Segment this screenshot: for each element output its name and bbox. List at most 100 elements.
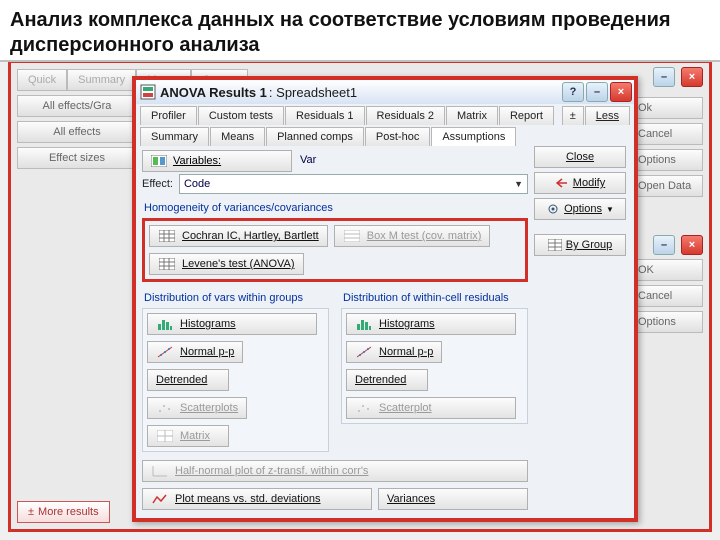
scatter-icon — [156, 401, 174, 415]
box-m-test-button: Box M test (cov. matrix) — [334, 225, 491, 247]
bottom-area: Half-normal plot of z-transf. within cor… — [142, 460, 528, 510]
gear-icon — [546, 203, 560, 215]
tab-residuals-1[interactable]: Residuals 1 — [285, 106, 364, 125]
tabs-row-2: Summary Means Planned comps Post-hoc Ass… — [136, 125, 634, 146]
tab-profiler[interactable]: Profiler — [140, 106, 197, 125]
matrix-label: Matrix — [180, 430, 210, 442]
histogram-icon — [156, 317, 174, 331]
bg-btn-options2[interactable]: Options — [631, 311, 703, 333]
plot-means-vs-std-button[interactable]: Plot means vs. std. deviations — [142, 488, 372, 510]
cochran-label: Cochran IC, Hartley, Bartlett — [182, 230, 319, 242]
section-dist-vars-title: Distribution of vars within groups — [144, 292, 329, 304]
less-button[interactable]: Less — [585, 106, 630, 125]
options-label: Options — [564, 203, 602, 215]
scatterplots-button-left: Scatterplots — [147, 397, 247, 419]
plus-icon: ± — [28, 506, 34, 518]
by-group-button[interactable]: By Group — [534, 234, 626, 256]
minimize-icon[interactable]: – — [586, 82, 608, 102]
tab-planned-comps[interactable]: Planned comps — [266, 127, 364, 146]
plot-icon — [151, 464, 169, 478]
titlebar: ANOVA Results 1 : Spreadsheet1 ? – × — [136, 80, 634, 104]
chevron-down-icon: ▼ — [508, 179, 523, 189]
dist-vars-group: Histograms Normal p-p Detrended Scatterp… — [142, 308, 329, 452]
bg-btn-open-data[interactable]: Open Data — [631, 175, 703, 197]
variables-icon — [151, 155, 167, 167]
histograms-button-right[interactable]: Histograms — [346, 313, 516, 335]
pp-plot-icon — [156, 345, 174, 359]
variables-button-label: Variables: — [173, 155, 221, 167]
levenes-test-button[interactable]: Levene's test (ANOVA) — [149, 253, 304, 275]
chevron-down-icon: ▼ — [606, 205, 614, 214]
bg-btn-ok2[interactable]: OK — [631, 259, 703, 281]
scatter-label: Scatterplot — [379, 402, 432, 414]
detrended-button-left[interactable]: Detrended — [147, 369, 229, 391]
normal-pp-button-right[interactable]: Normal p-p — [346, 341, 442, 363]
pp-plot-icon — [355, 345, 373, 359]
boxm-label: Box M test (cov. matrix) — [367, 230, 482, 242]
variables-value: Var — [300, 154, 316, 166]
more-results-label: More results — [38, 506, 99, 518]
cochran-hartley-bartlett-button[interactable]: Cochran IC, Hartley, Bartlett — [149, 225, 328, 247]
tab-matrix[interactable]: Matrix — [446, 106, 498, 125]
matrix-button-left: Matrix — [147, 425, 229, 447]
bg-min-icon[interactable]: – — [653, 67, 675, 87]
bg-btn-cancel[interactable]: Cancel — [631, 123, 703, 145]
scatter-label: Scatterplots — [180, 402, 238, 414]
by-group-label: By Group — [566, 239, 612, 251]
anova-results-dialog: ANOVA Results 1 : Spreadsheet1 ? – × Pro… — [132, 76, 638, 522]
hist-label: Histograms — [379, 318, 435, 330]
bg-btn-all-effects-graph[interactable]: All effects/Gra — [17, 95, 137, 117]
close-button[interactable]: Close — [534, 146, 626, 168]
matrix-icon — [156, 429, 174, 443]
bg-btn-options[interactable]: Options — [631, 149, 703, 171]
bg-close2-icon[interactable]: × — [681, 235, 703, 255]
normal-pp-label: Normal p-p — [180, 346, 234, 358]
dialog-title-bold: ANOVA Results 1 — [160, 85, 267, 100]
effect-dropdown[interactable]: Code ▼ — [179, 174, 528, 194]
bg-close-icon[interactable]: × — [681, 67, 703, 87]
app-icon — [140, 84, 156, 100]
close-icon[interactable]: × — [610, 82, 632, 102]
options-button[interactable]: Options ▼ — [534, 198, 626, 220]
tab-assumptions[interactable]: Assumptions — [431, 127, 516, 146]
tab-post-hoc[interactable]: Post-hoc — [365, 127, 430, 146]
highlight-frame: Cochran IC, Hartley, Bartlett Box M test… — [142, 218, 528, 282]
expand-button[interactable]: ± — [562, 106, 584, 125]
grid-icon — [548, 239, 562, 251]
bg-left-buttons: All effects/Gra All effects Effect sizes — [17, 95, 137, 169]
help-icon[interactable]: ? — [562, 82, 584, 102]
tab-custom-tests[interactable]: Custom tests — [198, 106, 284, 125]
section-dist-resid-title: Distribution of within-cell residuals — [343, 292, 528, 304]
hist-label: Histograms — [180, 318, 236, 330]
bg-tab-summary[interactable]: Summary — [67, 69, 136, 91]
bg-btn-cancel2[interactable]: Cancel — [631, 285, 703, 307]
effect-label: Effect: — [142, 178, 173, 190]
bg-right-col: Ok Cancel Options Open Data – × OK Cance… — [631, 97, 703, 333]
bg-btn-ok[interactable]: Ok — [631, 97, 703, 119]
tab-report[interactable]: Report — [499, 106, 554, 125]
dist-resid-group: Histograms Normal p-p Detrended Scatterp… — [341, 308, 528, 424]
modify-label: Modify — [573, 177, 605, 189]
tab-summary[interactable]: Summary — [140, 127, 209, 146]
bg-btn-all-effects[interactable]: All effects — [17, 121, 137, 143]
bg-top-right: – × — [651, 67, 703, 87]
tab-means[interactable]: Means — [210, 127, 265, 146]
bg-more-results-button[interactable]: ± More results — [17, 501, 110, 523]
table-icon — [158, 229, 176, 243]
tabs-row-1: Profiler Custom tests Residuals 1 Residu… — [136, 104, 634, 125]
variances-button[interactable]: Variances — [378, 488, 528, 510]
variables-button[interactable]: Variables: — [142, 150, 292, 172]
tab-residuals-2[interactable]: Residuals 2 — [366, 106, 445, 125]
bg-btn-effect-sizes[interactable]: Effect sizes — [17, 147, 137, 169]
histograms-button-left[interactable]: Histograms — [147, 313, 317, 335]
modify-button[interactable]: Modify — [534, 172, 626, 194]
levene-label: Levene's test (ANOVA) — [182, 258, 295, 270]
normal-pp-button-left[interactable]: Normal p-p — [147, 341, 243, 363]
bg-min2-icon[interactable]: – — [653, 235, 675, 255]
normal-pp-label: Normal p-p — [379, 346, 433, 358]
effect-selected: Code — [184, 178, 210, 190]
distribution-columns: Distribution of vars within groups Histo… — [142, 288, 528, 452]
bg-tab-quick[interactable]: Quick — [17, 69, 67, 91]
detrended-button-right[interactable]: Detrended — [346, 369, 428, 391]
half-normal-label: Half-normal plot of z-transf. within cor… — [175, 465, 368, 477]
